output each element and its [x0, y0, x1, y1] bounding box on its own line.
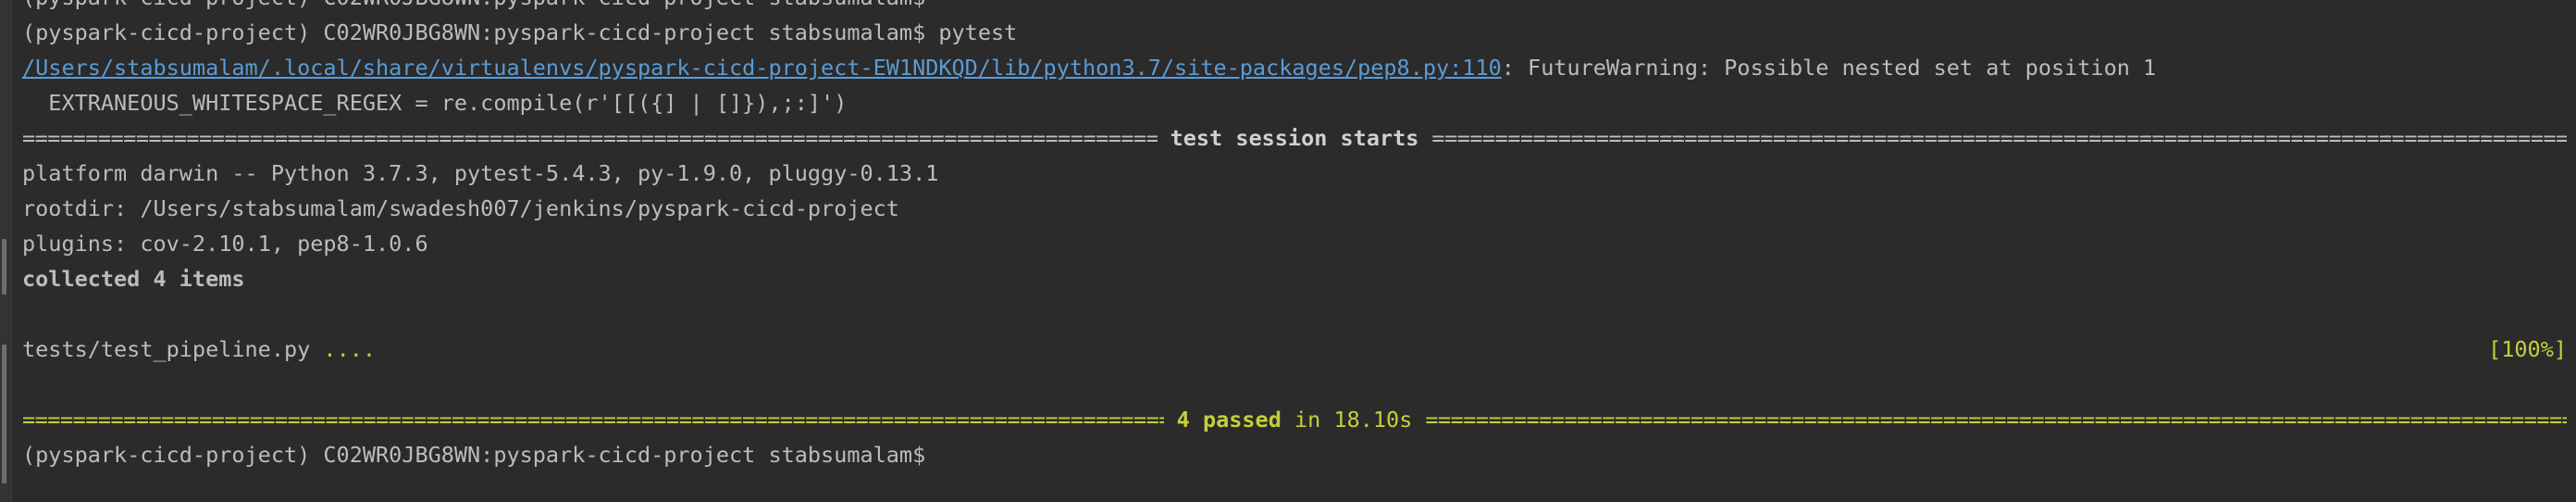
tool-window-tab[interactable] [2, 239, 6, 295]
result-summary: 4 passed in 18.10s [1164, 402, 1426, 437]
warning-file-link[interactable]: /Users/stabsumalam/.local/share/virtuale… [22, 55, 1502, 81]
final-prompt-line: (pyspark-cicd-project) C02WR0JBG8WN:pysp… [22, 442, 926, 468]
tool-window-tab[interactable] [2, 345, 6, 483]
result-summary-separator: ========================================… [22, 402, 2567, 437]
separator-rule: ========================================… [22, 407, 1164, 433]
warning-line: /Users/stabsumalam/.local/share/virtuale… [22, 50, 2567, 85]
test-percent: [100%] [2488, 336, 2567, 362]
plugins-line: plugins: cov-2.10.1, pep8-1.0.6 [22, 231, 428, 257]
passed-count: 4 passed [1176, 407, 1282, 433]
test-file: tests/test_pipeline.py [22, 336, 324, 362]
warning-message: : FutureWarning: Possible nested set at … [1501, 55, 2157, 81]
session-title: test session starts [1170, 125, 1419, 151]
result-time: in 18.10s [1281, 407, 1413, 433]
tool-window-strip [0, 0, 12, 502]
test-result-line: tests/test_pipeline.py .... [100%] [22, 332, 2567, 367]
command-line: (pyspark-cicd-project) C02WR0JBG8WN:pysp… [22, 15, 2567, 50]
session-start-separator: ========================================… [22, 120, 2567, 156]
collected-line: collected 4 items [22, 266, 245, 292]
shell-prompt: (pyspark-cicd-project) C02WR0JBG8WN:pysp… [22, 19, 926, 45]
platform-line: platform darwin -- Python 3.7.3, pytest-… [22, 160, 939, 186]
separator-rule: ========================================… [1431, 125, 2567, 151]
previous-prompt-line: (pyspark-cicd-project) C02WR0JBG8WN:pysp… [22, 0, 2567, 15]
warning-code-line: EXTRANEOUS_WHITESPACE_REGEX = re.compile… [22, 90, 848, 116]
rootdir-line: rootdir: /Users/stabsumalam/swadesh007/j… [22, 195, 899, 221]
test-progress-dots: .... [323, 336, 377, 362]
terminal-output[interactable]: (pyspark-cicd-project) C02WR0JBG8WN:pysp… [22, 0, 2567, 472]
separator-rule: ========================================… [1425, 407, 2567, 433]
command-text: pytest [938, 19, 1018, 45]
separator-rule: ========================================… [22, 125, 1158, 151]
